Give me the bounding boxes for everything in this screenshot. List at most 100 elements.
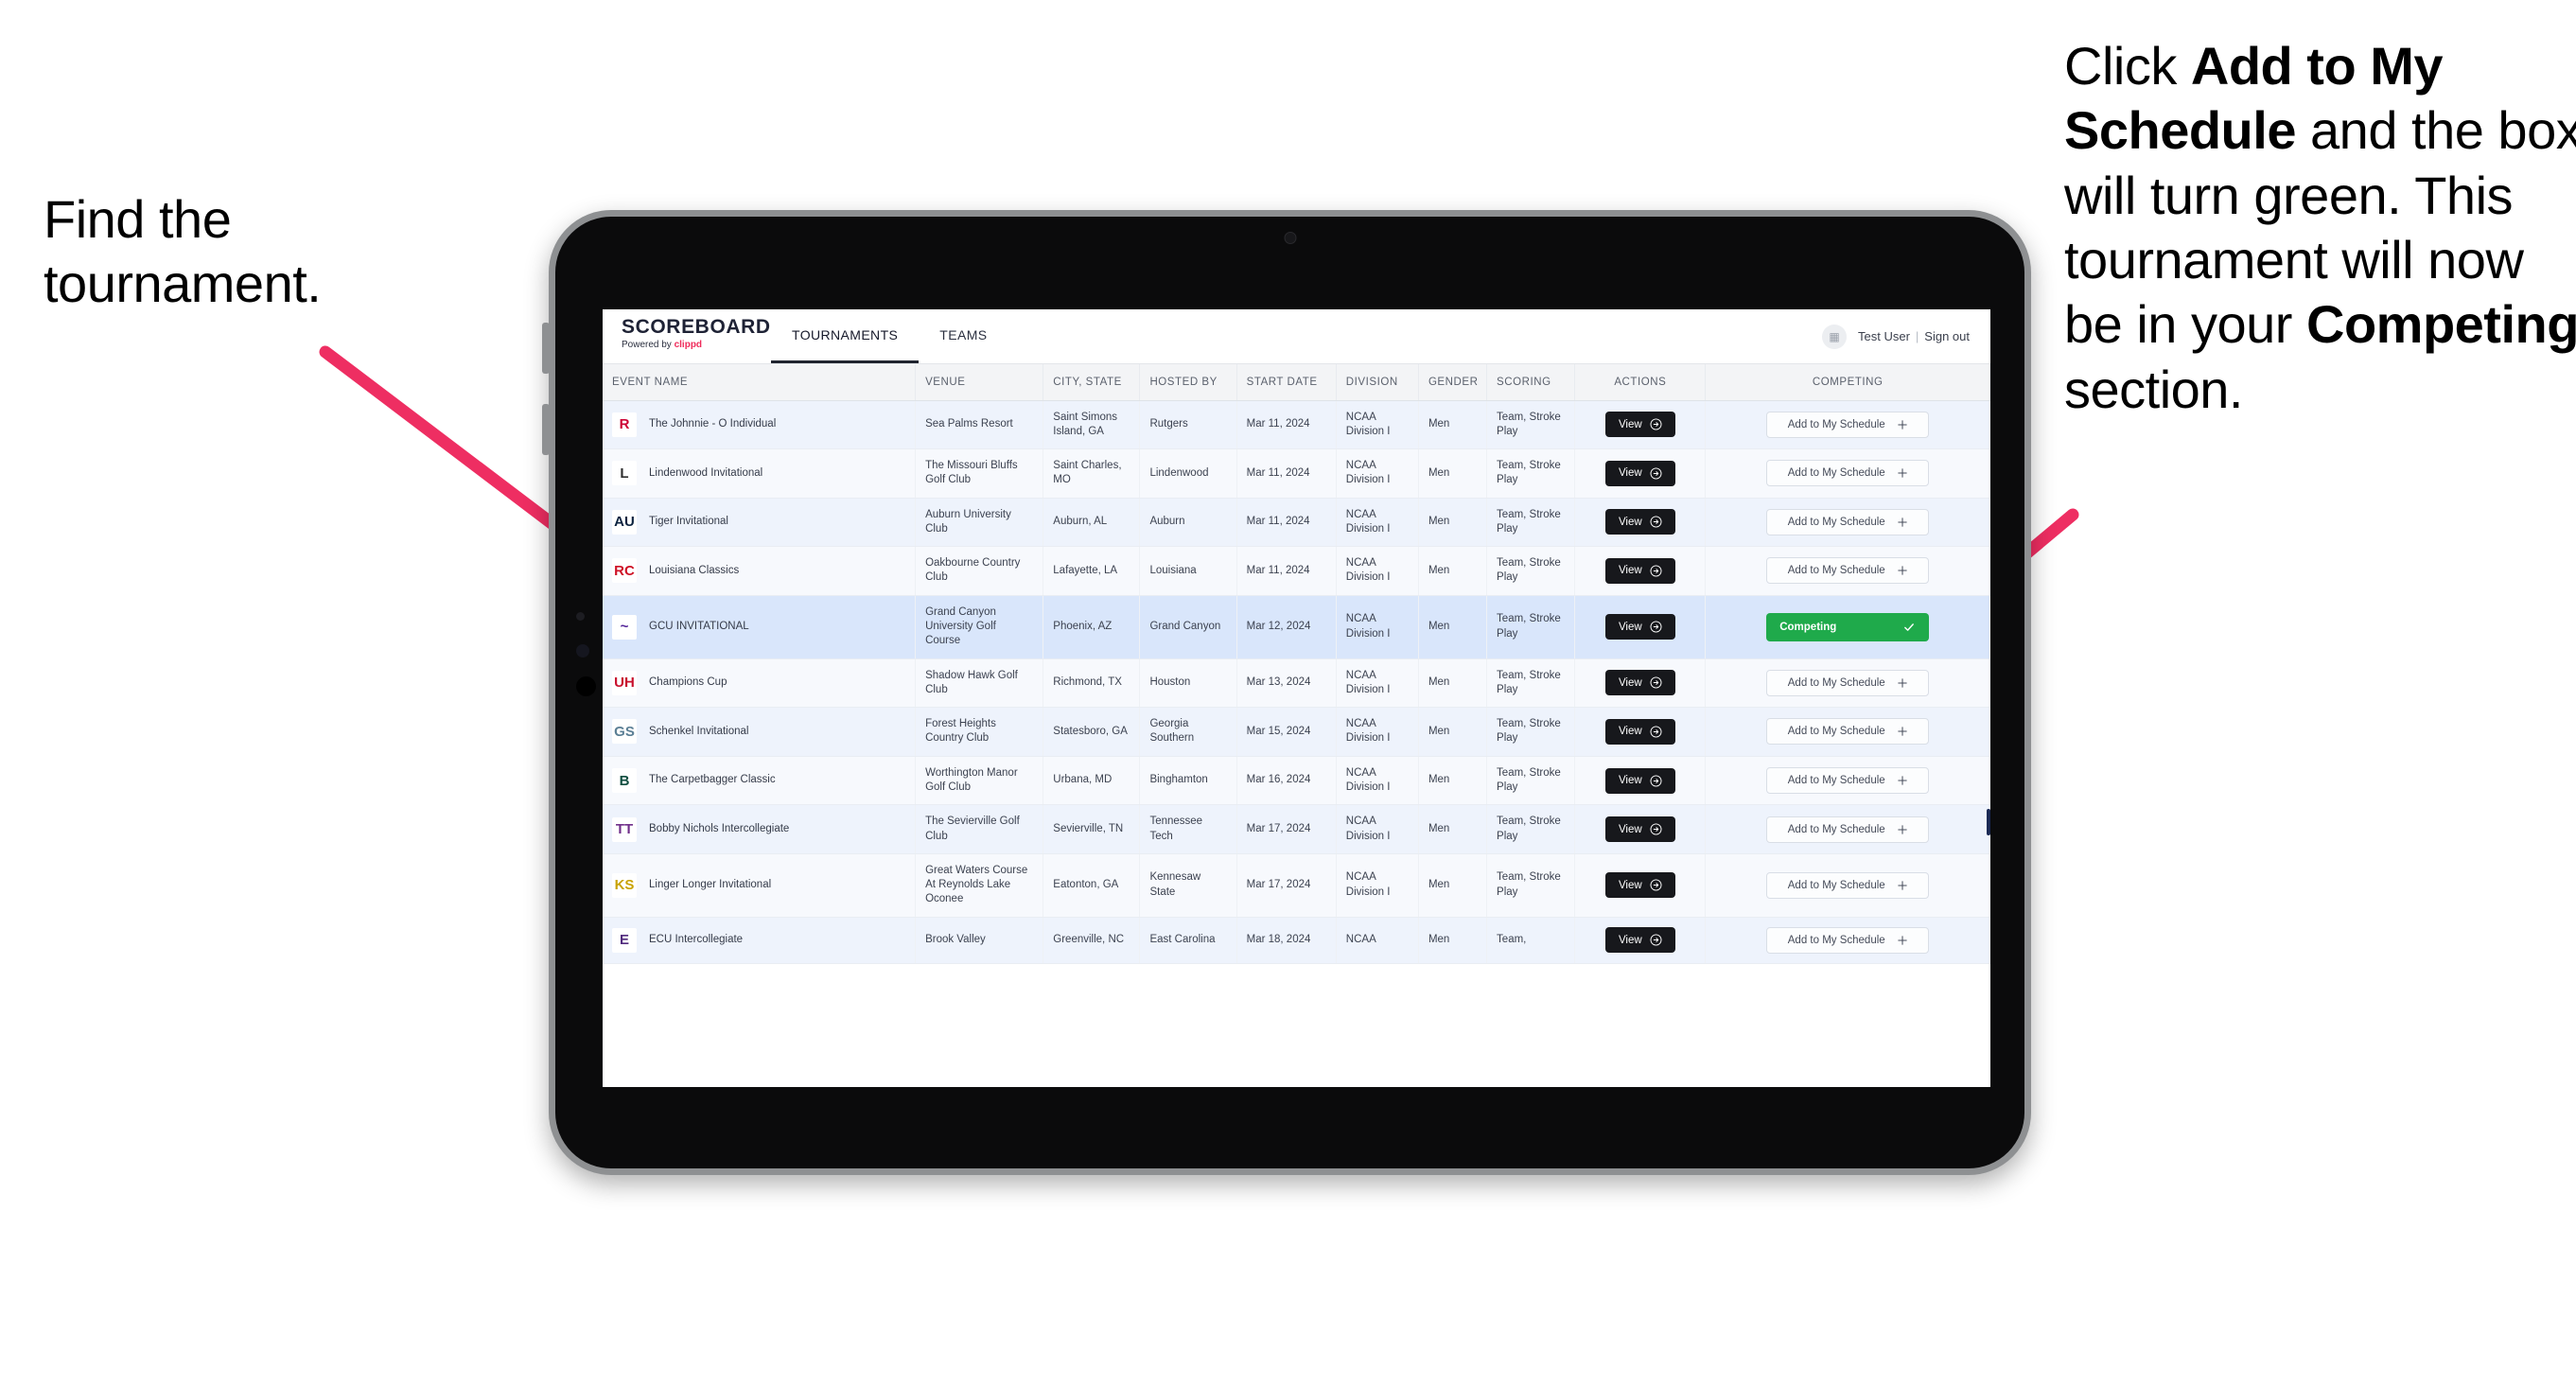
cell-actions: View: [1574, 448, 1707, 499]
table-row[interactable]: L Lindenwood Invitational The Missouri Blu…: [603, 448, 1990, 499]
cell-actions: View: [1574, 658, 1707, 709]
view-button[interactable]: View: [1604, 557, 1675, 584]
add-to-my-schedule-button[interactable]: Add to My Schedule: [1766, 718, 1930, 746]
add-to-my-schedule-button[interactable]: Add to My Schedule: [1766, 871, 1930, 899]
cell-venue: The Missouri Bluffs Golf Club: [915, 448, 1044, 499]
cell-hosted-by: Louisiana: [1139, 546, 1237, 596]
auburn-logo: AU: [612, 509, 637, 535]
add-to-my-schedule-label: Add to My Schedule: [1787, 879, 1885, 891]
table-row[interactable]: GS Schenkel Invitational Forest Heights Co…: [603, 707, 1990, 757]
table-row[interactable]: KS Linger Longer Invitational Great Waters…: [603, 853, 1990, 918]
add-to-my-schedule-button[interactable]: Add to My Schedule: [1766, 411, 1930, 438]
brand-logo[interactable]: SCOREBOARD Powered by clippd: [603, 309, 770, 363]
cell-actions: View: [1574, 400, 1707, 450]
user-badge-icon[interactable]: ▦: [1822, 324, 1847, 349]
add-to-my-schedule-label: Add to My Schedule: [1787, 934, 1885, 946]
cell-city-state: Richmond, TX: [1043, 658, 1141, 709]
cell-competing: Add to My Schedule: [1705, 853, 1990, 918]
cell-actions: View: [1574, 546, 1707, 596]
col-venue[interactable]: VENUE: [915, 364, 1044, 401]
cell-actions: View: [1574, 804, 1707, 854]
vertical-scrollbar[interactable]: [1987, 809, 1990, 835]
table-row[interactable]: RC Louisiana Classics Oakbourne Country Cl…: [603, 546, 1990, 596]
add-to-my-schedule-button[interactable]: Add to My Schedule: [1766, 508, 1930, 535]
add-to-my-schedule-label: Add to My Schedule: [1787, 676, 1885, 689]
table-row[interactable]: TT Bobby Nichols Intercollegiate The Sevie…: [603, 804, 1990, 854]
sign-out-link[interactable]: Sign out: [1924, 329, 1970, 343]
view-button[interactable]: View: [1604, 412, 1675, 438]
col-gender[interactable]: GENDER: [1418, 364, 1488, 401]
app-header: SCOREBOARD Powered by clippd TOURNAMENTS…: [603, 309, 1990, 364]
user-name: Test User: [1858, 329, 1910, 343]
cell-event-name: AU Tiger Invitational: [603, 498, 917, 548]
col-actions[interactable]: ACTIONS: [1574, 364, 1707, 401]
cell-gender: Men: [1418, 400, 1488, 450]
annotation-left-line1: Find the: [44, 189, 232, 249]
add-to-my-schedule-button[interactable]: Add to My Schedule: [1766, 669, 1930, 696]
cell-competing: Add to My Schedule: [1705, 400, 1990, 450]
cell-actions: View: [1574, 707, 1707, 757]
plus-icon: [1897, 420, 1907, 430]
cell-event-name: R The Johnnie - O Individual: [603, 400, 917, 450]
cell-event-name: E ECU Intercollegiate: [603, 917, 917, 964]
view-button[interactable]: View: [1604, 460, 1675, 486]
table-row[interactable]: E ECU Intercollegiate Brook Valley Greenvil…: [603, 917, 1990, 964]
cell-venue: Forest Heights Country Club: [915, 707, 1044, 757]
cell-competing: Add to My Schedule: [1705, 707, 1990, 757]
table-row[interactable]: R The Johnnie - O Individual Sea Palms Res…: [603, 400, 1990, 450]
col-division[interactable]: DIVISION: [1336, 364, 1419, 401]
volume-up-button[interactable]: [542, 323, 550, 374]
main-nav: TOURNAMENTS TEAMS: [771, 309, 1008, 363]
houston-logo: UH: [612, 670, 637, 695]
col-event-name[interactable]: EVENT NAME: [603, 364, 917, 401]
view-button[interactable]: View: [1604, 509, 1675, 535]
cell-competing: Add to My Schedule: [1705, 498, 1990, 548]
add-to-my-schedule-button[interactable]: Add to My Schedule: [1766, 767, 1930, 794]
cell-city-state: Saint Charles, MO: [1043, 448, 1141, 499]
add-to-my-schedule-label: Add to My Schedule: [1787, 565, 1885, 577]
tournaments-table-container[interactable]: EVENT NAME VENUE CITY, STATE HOSTED BY S…: [603, 364, 1990, 1087]
add-to-my-schedule-button[interactable]: Add to My Schedule: [1766, 460, 1930, 487]
view-button[interactable]: View: [1604, 767, 1675, 794]
volume-down-button[interactable]: [542, 404, 550, 455]
view-button[interactable]: View: [1604, 816, 1675, 843]
col-scoring[interactable]: SCORING: [1486, 364, 1576, 401]
cell-hosted-by: Tennessee Tech: [1139, 804, 1237, 854]
col-start-date[interactable]: START DATE: [1236, 364, 1337, 401]
view-button[interactable]: View: [1604, 872, 1675, 899]
cell-scoring: Team, Stroke Play: [1486, 400, 1576, 450]
add-to-my-schedule-button[interactable]: Add to My Schedule: [1766, 816, 1930, 843]
table-row[interactable]: B The Carpetbagger Classic Worthington Man…: [603, 756, 1990, 806]
view-button[interactable]: View: [1604, 718, 1675, 745]
arrow-right-circle-icon: [1650, 467, 1662, 480]
col-competing[interactable]: COMPETING: [1705, 364, 1990, 401]
cell-venue: Grand Canyon University Golf Course: [915, 595, 1044, 659]
cell-scoring: Team, Stroke Play: [1486, 756, 1576, 806]
georgia-southern-logo: GS: [612, 719, 637, 745]
cell-gender: Men: [1418, 804, 1488, 854]
cell-start-date: Mar 17, 2024: [1236, 853, 1337, 918]
tab-tournaments[interactable]: TOURNAMENTS: [771, 309, 920, 363]
cell-hosted-by: East Carolina: [1139, 917, 1237, 964]
tab-teams[interactable]: TEAMS: [919, 309, 1008, 363]
add-to-my-schedule-label: Add to My Schedule: [1787, 726, 1885, 738]
cell-event-name: RC Louisiana Classics: [603, 546, 917, 596]
col-city-state[interactable]: CITY, STATE: [1043, 364, 1141, 401]
add-to-my-schedule-button[interactable]: Add to My Schedule: [1766, 926, 1930, 954]
arrow-right-circle-icon: [1650, 726, 1662, 738]
cell-event-name: B The Carpetbagger Classic: [603, 756, 917, 806]
view-button-label: View: [1618, 467, 1642, 480]
competing-button[interactable]: Competing: [1766, 612, 1930, 641]
table-header-row: EVENT NAME VENUE CITY, STATE HOSTED BY S…: [603, 364, 1990, 401]
view-button[interactable]: View: [1604, 927, 1675, 954]
cell-hosted-by: Binghamton: [1139, 756, 1237, 806]
table-row[interactable]: AU Tiger Invitational Auburn University Cl…: [603, 498, 1990, 548]
table-row[interactable]: UH Champions Cup Shadow Hawk Golf Club Rich…: [603, 658, 1990, 709]
view-button[interactable]: View: [1604, 614, 1675, 640]
add-to-my-schedule-button[interactable]: Add to My Schedule: [1766, 557, 1930, 585]
page-root: Find the tournament. Click Add to My Sch…: [0, 0, 2576, 1386]
col-hosted-by[interactable]: HOSTED BY: [1139, 364, 1237, 401]
cell-actions: View: [1574, 595, 1707, 659]
view-button[interactable]: View: [1604, 670, 1675, 696]
table-row[interactable]: ~ GCU INVITATIONAL Grand Canyon University…: [603, 595, 1990, 659]
